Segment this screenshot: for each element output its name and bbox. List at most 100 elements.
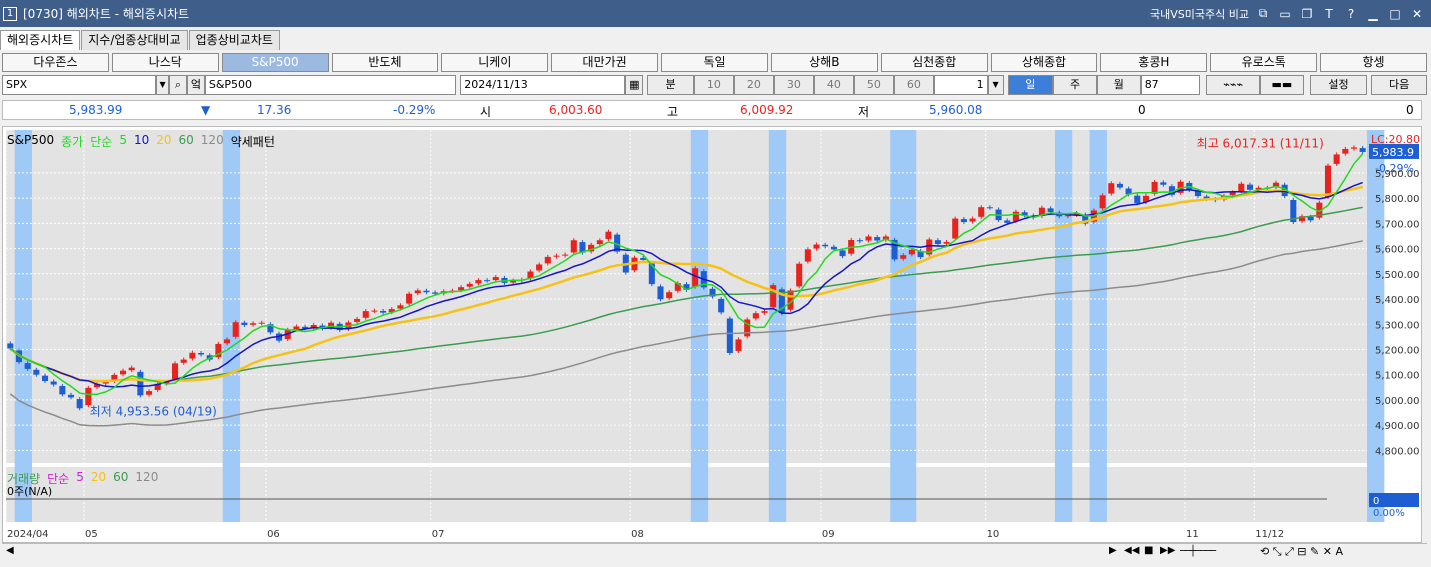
candle-body (978, 207, 985, 217)
date-input[interactable]: 2024/11/13 (460, 75, 626, 95)
tab-sector-compare[interactable]: 업종상비교차트 (188, 30, 280, 50)
font-icon[interactable]: T (1321, 6, 1337, 22)
market-button[interactable]: 심천종합 (880, 53, 988, 72)
market-button[interactable]: 상해종합 (990, 53, 1098, 72)
candle-body (770, 285, 777, 308)
period-day-button[interactable]: 일 (1007, 75, 1054, 95)
candle-body (146, 391, 153, 395)
y-tick-label: 4,900.00 (1375, 421, 1420, 432)
scroll-left-icon[interactable]: ◀ (6, 545, 14, 556)
candle-body (969, 218, 976, 222)
market-button[interactable]: 유로스톡 (1210, 53, 1318, 72)
interval-dropdown-icon[interactable]: ▼ (987, 75, 1004, 95)
candle-body (1099, 195, 1106, 209)
candle-body (1324, 165, 1332, 198)
minute-interval-button[interactable]: 20 (733, 75, 774, 95)
symbol-dropdown-icon[interactable]: ▼ (156, 75, 170, 95)
candle-body (1047, 208, 1054, 212)
candle-type-icon[interactable]: ▬▬ (1260, 75, 1304, 95)
candle-body (458, 287, 465, 291)
minute-button[interactable]: 분 (647, 75, 694, 95)
tab-relative-compare[interactable]: 지수/업종상대비교 (81, 30, 188, 50)
legend-ma20: 20 (156, 133, 172, 147)
next-button[interactable]: 다음 (1371, 75, 1427, 95)
dual-window-icon[interactable]: ❐ (1299, 6, 1315, 22)
link-icon[interactable]: ⧉ (1255, 6, 1271, 22)
period-week-button[interactable]: 주 (1053, 75, 1097, 95)
candle-body (189, 352, 196, 359)
scroll-right-icon[interactable]: ▶ (1109, 545, 1117, 556)
market-button[interactable]: 홍콩H (1100, 53, 1208, 72)
help-icon[interactable]: ? (1343, 6, 1359, 22)
candle-body (1160, 182, 1167, 185)
candle-body (85, 387, 92, 406)
volume-axis-value: 0 (1373, 496, 1379, 507)
candle-body (466, 283, 473, 287)
minute-interval-button[interactable]: 40 (813, 75, 854, 95)
market-button[interactable]: S&P500 (221, 53, 329, 72)
volume-axis-pct: 0.00% (1373, 508, 1405, 519)
forward-icon[interactable]: ▶▶ (1160, 545, 1175, 556)
minimize-icon[interactable]: ▁ (1365, 6, 1381, 22)
candle-body (33, 369, 40, 375)
stop-icon[interactable]: ■ (1144, 545, 1153, 556)
calendar-icon[interactable]: ▦ (625, 75, 644, 95)
candle-body (172, 363, 179, 380)
interval-input[interactable]: 1 (933, 75, 988, 95)
market-button[interactable]: 독일 (661, 53, 768, 72)
x-tick-label: 11 (1186, 529, 1199, 540)
minute-interval-button[interactable]: 30 (773, 75, 814, 95)
market-button[interactable]: 대만가권 (551, 53, 659, 72)
candle-body (839, 250, 846, 257)
period-month-button[interactable]: 월 (1096, 75, 1141, 95)
candle-body (865, 236, 872, 241)
minute-interval-button[interactable]: 10 (693, 75, 734, 95)
compare-button[interactable]: 국내VS미국주식 비교 (1150, 6, 1249, 22)
settings-button[interactable]: 설정 (1309, 75, 1368, 95)
close-icon[interactable]: ✕ (1409, 6, 1425, 22)
market-button[interactable]: 항셍 (1320, 53, 1427, 72)
market-button[interactable]: 니케이 (441, 53, 549, 72)
maximize-icon[interactable]: □ (1387, 6, 1403, 22)
y-tick-label: 5,600.00 (1375, 245, 1420, 256)
minute-interval-button[interactable]: 60 (893, 75, 934, 95)
minute-interval-button[interactable]: 50 (853, 75, 894, 95)
legend-ma120: 120 (200, 133, 224, 147)
jump-button[interactable]: 엌 (186, 75, 205, 95)
market-button[interactable]: 반도체 (331, 53, 439, 72)
x-tick-label: 2024/04 (7, 529, 49, 540)
candle-body (900, 255, 907, 259)
candle-body (960, 219, 967, 223)
price-chart[interactable]: 4,800.00 4,900.00 5,000.00 5,100.00 5,200.00… (3, 127, 1421, 542)
candle-body (50, 381, 57, 385)
split-icon[interactable]: ▭ (1277, 6, 1293, 22)
market-buttons: 다우존스 나스닥 S&P500 반도체 니케이 대만가권 독일 상해B 심천종합 상해종합 홍콩H 유… (2, 53, 1427, 72)
last-pct-label: -0.29% (1375, 162, 1414, 175)
market-button[interactable]: 나스닥 (111, 53, 219, 72)
count-input[interactable]: 87 (1140, 75, 1201, 95)
x-tick-label: 11/12 (1255, 529, 1284, 540)
high-annotation: 최고 6,017.31 (11/11) (1197, 136, 1324, 150)
candle-body (198, 353, 205, 355)
zoom-slider[interactable]: ──┼──── (1180, 546, 1216, 557)
candle-body (562, 254, 569, 256)
candle-body (59, 386, 66, 395)
candle-body (128, 367, 135, 371)
candle-body (7, 343, 14, 349)
market-button[interactable]: 다우존스 (2, 53, 109, 72)
symbol-input[interactable]: SPX (2, 75, 157, 95)
candle-body (943, 242, 950, 244)
candle-body (1307, 216, 1314, 221)
trend-tool-icon[interactable]: ⌁⌁⌁ (1206, 75, 1260, 95)
chart-area[interactable]: 4,800.00 4,900.00 5,000.00 5,100.00 5,200.00… (2, 126, 1422, 543)
candle-body (596, 240, 603, 245)
search-icon[interactable]: ⌕ (169, 75, 187, 95)
market-button[interactable]: 상해B (770, 53, 878, 72)
y-tick-label: 5,800.00 (1375, 194, 1420, 205)
tool-icons[interactable]: ⟲ ⤡ ⤢ ⊟ ✎ ✕ A (1260, 545, 1343, 559)
candle-body (761, 311, 768, 313)
tab-overseas-chart[interactable]: 해외증시차트 (0, 30, 81, 50)
candle-body (119, 370, 127, 375)
rewind-icon[interactable]: ◀◀ (1124, 545, 1139, 556)
chart-scrollbar[interactable]: ◀ ▶ ◀◀ ■ ▶▶ ──┼──── ⟲ ⤡ ⤢ ⊟ ✎ ✕ A (2, 543, 1427, 560)
